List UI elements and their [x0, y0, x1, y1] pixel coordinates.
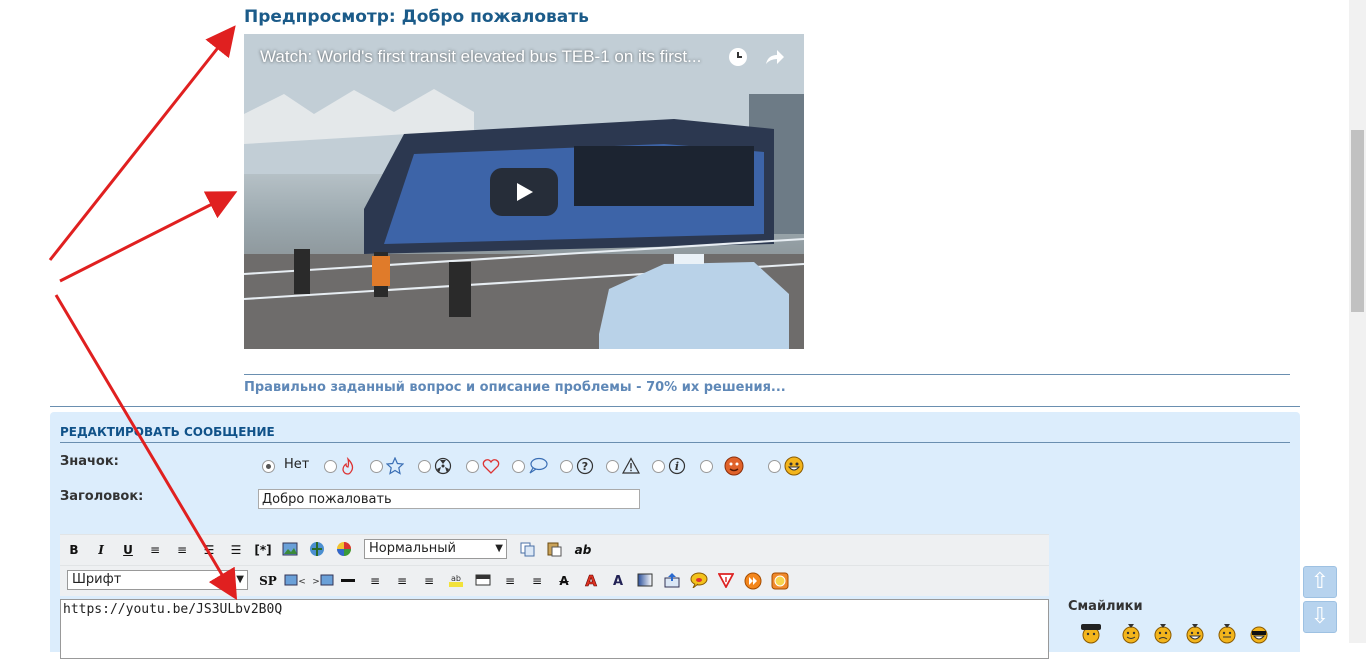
svg-text:<: <: [298, 577, 306, 587]
moderator-icon[interactable]: [717, 572, 735, 590]
svg-text:i: i: [675, 460, 679, 473]
font-shadow-icon[interactable]: A: [609, 572, 627, 590]
table-icon[interactable]: [474, 572, 492, 590]
message-textarea[interactable]: https://youtu.be/JS3ULbv2B0Q: [60, 599, 1049, 659]
media-icon[interactable]: [744, 572, 762, 590]
smiley-2-icon[interactable]: [1152, 622, 1174, 644]
align-left-icon[interactable]: ≡: [366, 572, 384, 590]
link-icon[interactable]: [308, 541, 326, 559]
bullet-list-icon[interactable]: ☰: [200, 541, 218, 559]
strikethrough-icon[interactable]: A: [555, 572, 573, 590]
icon-label: Значок:: [60, 454, 119, 469]
justify-icon[interactable]: ≡: [501, 572, 519, 590]
smiley-4-icon[interactable]: [1216, 622, 1238, 644]
paste-icon[interactable]: [545, 541, 563, 559]
upload-icon[interactable]: [663, 572, 681, 590]
svg-text:?: ?: [582, 460, 588, 473]
heading-divider: [60, 442, 1290, 443]
numbered-list-icon[interactable]: ☰: [227, 541, 245, 559]
radio-button[interactable]: [512, 460, 525, 473]
svg-text:A: A: [613, 574, 623, 588]
list-outdent-icon[interactable]: ≡: [173, 541, 191, 559]
star-icon: [386, 457, 404, 475]
align-center-icon[interactable]: ≡: [393, 572, 411, 590]
warning-icon: [622, 457, 640, 474]
format-toolbar-1: B I U ≡ ≡ ☰ ☰ [*] Нормальный ▼ ab: [60, 534, 1049, 565]
annotation-arrow-2: [59, 191, 238, 283]
video-title[interactable]: Watch: World's first transit elevated bu…: [260, 47, 701, 67]
info-icon: i: [668, 457, 686, 475]
section-divider: [50, 406, 1300, 407]
preview-title: Предпросмотр: Добро пожаловать: [244, 7, 589, 27]
fire-icon: [342, 457, 354, 475]
emoji-icon[interactable]: [771, 572, 789, 590]
icon-none-label: Нет: [284, 457, 310, 472]
subject-label: Заголовок:: [60, 489, 144, 504]
radio-button[interactable]: [700, 460, 713, 473]
quote-icon[interactable]: [690, 572, 708, 590]
heart-icon: [482, 459, 500, 474]
smiley-cool-icon[interactable]: [1248, 622, 1270, 644]
signature-divider: [244, 374, 1290, 375]
font-size-select[interactable]: Нормальный ▼: [364, 539, 507, 559]
radiation-icon: [434, 457, 452, 475]
horizontal-rule-icon[interactable]: [339, 572, 357, 590]
annotation-arrow-1: [48, 25, 236, 261]
page-scrollbar[interactable]: [1349, 0, 1366, 643]
play-button[interactable]: [490, 168, 558, 216]
radio-button[interactable]: [370, 460, 383, 473]
dropdown-arrow-icon: ▼: [236, 574, 244, 585]
smile-icon: [784, 456, 804, 476]
gradient-icon[interactable]: [636, 572, 654, 590]
smiley-1-icon[interactable]: [1120, 622, 1142, 644]
svg-text:ab: ab: [451, 574, 461, 583]
spellcheck-button[interactable]: ab: [572, 541, 594, 559]
video-player[interactable]: Watch: World's first transit elevated bu…: [244, 34, 804, 349]
underline-button[interactable]: U: [119, 541, 137, 559]
face-icon: [724, 456, 744, 476]
smiley-police-icon[interactable]: [1078, 622, 1106, 644]
radio-button[interactable]: [768, 460, 781, 473]
font-family-select[interactable]: Шрифт ▼: [67, 570, 248, 590]
radio-button[interactable]: [560, 460, 573, 473]
scrollbar-thumb[interactable]: [1351, 130, 1364, 312]
align-right-icon[interactable]: ≡: [420, 572, 438, 590]
list-item-icon[interactable]: [*]: [254, 541, 272, 559]
radio-button[interactable]: [466, 460, 479, 473]
image-icon[interactable]: [281, 541, 299, 559]
highlight-icon[interactable]: ab: [447, 572, 465, 590]
bold-button[interactable]: B: [65, 541, 83, 559]
radio-button[interactable]: [324, 460, 337, 473]
dropdown-arrow-icon: ▼: [495, 543, 503, 554]
speech-icon: [529, 457, 548, 474]
signature-text: Правильно заданный вопрос и описание про…: [244, 380, 786, 395]
scroll-down-button[interactable]: ⇩: [1303, 601, 1337, 633]
edit-heading: РЕДАКТИРОВАТЬ СООБЩЕНИЕ: [60, 425, 275, 439]
list-indent-icon[interactable]: ≡: [146, 541, 164, 559]
question-icon: ?: [576, 457, 594, 475]
scroll-up-button[interactable]: ⇧: [1303, 566, 1337, 598]
indent-icon[interactable]: ≡: [528, 572, 546, 590]
edit-panel: РЕДАКТИРОВАТЬ СООБЩЕНИЕ Значок: Нет ? i …: [50, 412, 1300, 659]
radio-button[interactable]: [418, 460, 431, 473]
smiley-3-icon[interactable]: [1184, 622, 1206, 644]
italic-button[interactable]: I: [92, 541, 110, 559]
image-right-icon[interactable]: >: [312, 572, 334, 590]
smileys-label: Смайлики: [1068, 599, 1143, 614]
color-icon[interactable]: [335, 541, 353, 559]
subject-input[interactable]: Добро пожаловать: [258, 489, 640, 509]
svg-text:A: A: [585, 572, 597, 588]
svg-text:>: >: [312, 577, 320, 587]
font-color-icon[interactable]: A: [582, 572, 600, 591]
radio-button[interactable]: [652, 460, 665, 473]
radio-button[interactable]: [606, 460, 619, 473]
format-toolbar-2: Шрифт ▼ SP < > ≡ ≡ ≡ ab ≡ ≡ A A A: [60, 565, 1049, 596]
copy-icon[interactable]: [518, 541, 536, 559]
image-left-icon[interactable]: <: [284, 572, 306, 590]
spoiler-button[interactable]: SP: [258, 572, 278, 590]
radio-button[interactable]: [262, 460, 275, 473]
